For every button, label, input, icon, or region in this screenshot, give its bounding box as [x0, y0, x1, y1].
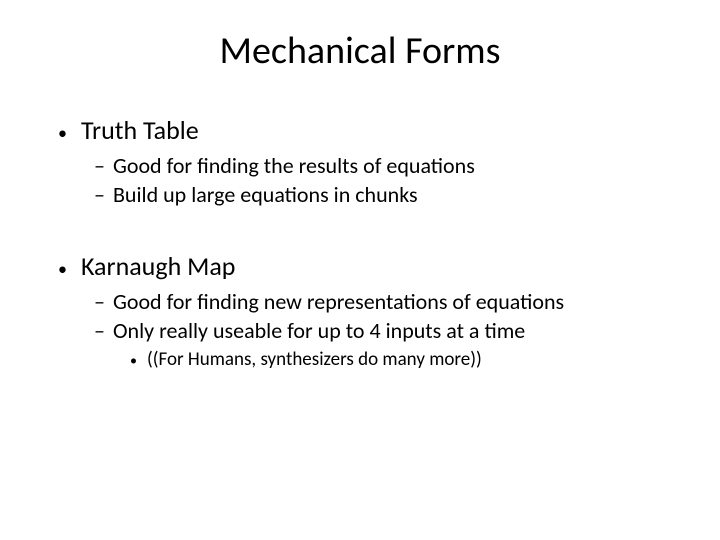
- section-heading: • Truth Table: [58, 114, 670, 146]
- section-heading: • Karnaugh Map: [58, 250, 670, 282]
- dash-icon: –: [94, 152, 105, 179]
- section-point-text: Build up large equations in chunks: [113, 181, 418, 208]
- section-subnote-text: ((For Humans, synthesizers do many more)…: [147, 348, 482, 371]
- section-point: – Good for finding the results of equati…: [94, 152, 670, 179]
- section-point-text: Only really useable for up to 4 inputs a…: [113, 317, 525, 344]
- section-point-text: Good for finding the results of equation…: [113, 152, 475, 179]
- dash-icon: –: [94, 317, 105, 344]
- slide-title: Mechanical Forms: [50, 28, 670, 74]
- section-point-text: Good for finding new representations of …: [113, 288, 564, 315]
- section-point: – Only really useable for up to 4 inputs…: [94, 317, 670, 344]
- section-point: – Build up large equations in chunks: [94, 181, 670, 208]
- section-subnote: • ((For Humans, synthesizers do many mor…: [130, 348, 670, 371]
- section-heading-text: Truth Table: [81, 114, 199, 146]
- section-point: – Good for finding new representations o…: [94, 288, 670, 315]
- bullet-icon: •: [58, 257, 67, 282]
- bullet-icon: •: [58, 121, 67, 146]
- section-heading-text: Karnaugh Map: [81, 250, 236, 282]
- dash-icon: –: [94, 288, 105, 315]
- bullet-icon: •: [130, 350, 137, 371]
- dash-icon: –: [94, 181, 105, 208]
